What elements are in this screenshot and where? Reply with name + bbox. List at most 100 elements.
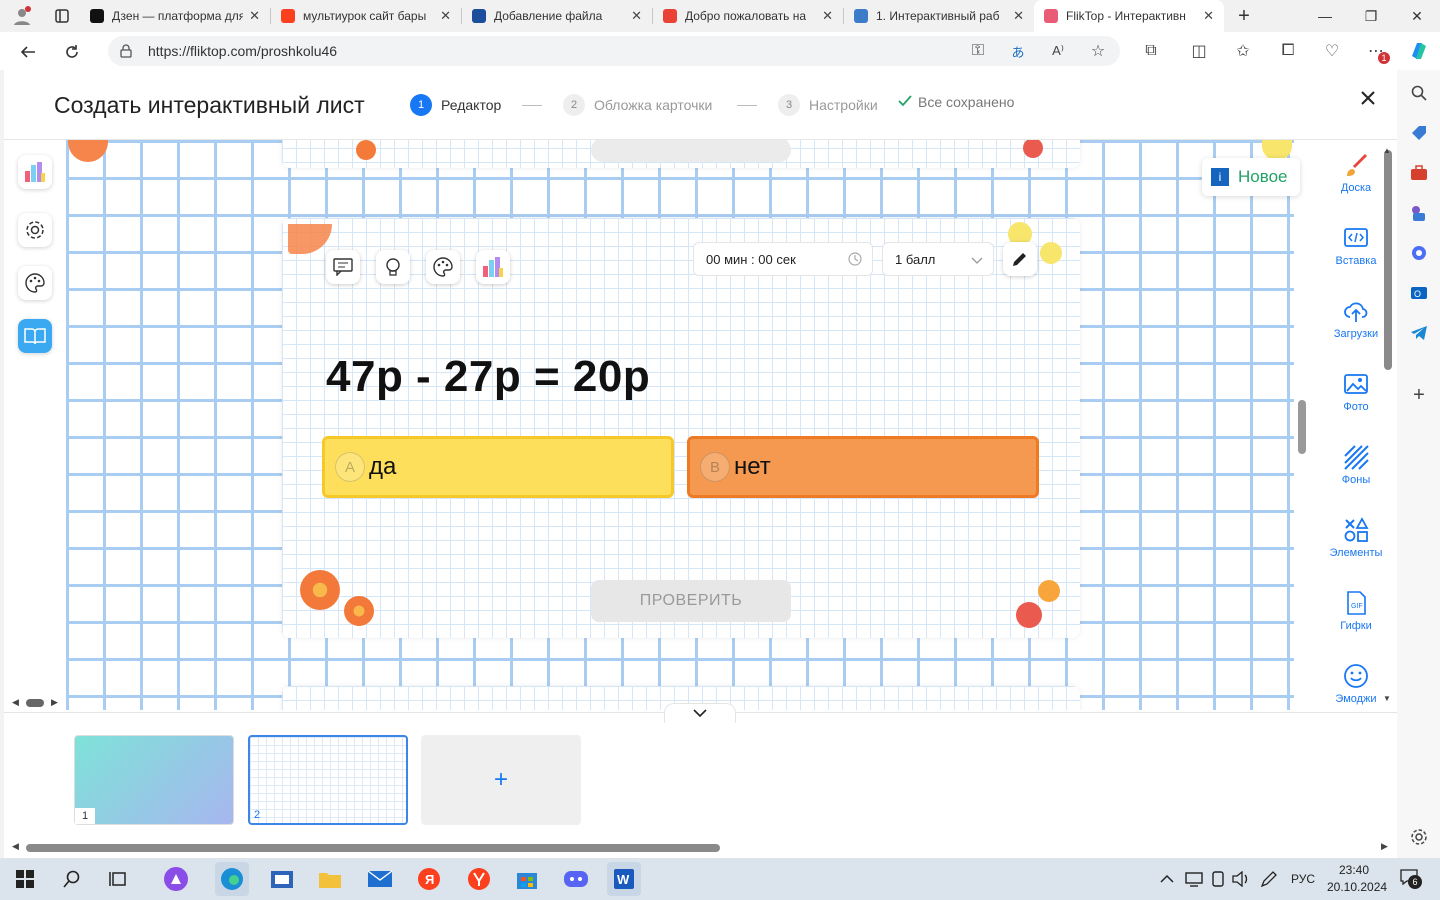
- toolbox-icon[interactable]: [1408, 162, 1430, 184]
- preview-book-button[interactable]: [18, 319, 52, 353]
- add-sidebar-app-icon[interactable]: +: [1408, 384, 1430, 406]
- feedback-tool-button[interactable]: [326, 250, 360, 284]
- tray-network-icon[interactable]: [1185, 871, 1203, 892]
- browser-tab-active[interactable]: FlikTop - Интерактивн ✕: [1034, 0, 1224, 32]
- close-tab-icon[interactable]: ✕: [631, 8, 642, 24]
- key-icon[interactable]: ⚿: [968, 41, 988, 61]
- tray-pen-icon[interactable]: [1260, 871, 1278, 892]
- close-tab-icon[interactable]: ✕: [440, 8, 451, 24]
- close-tab-icon[interactable]: ✕: [1013, 8, 1024, 24]
- tool-elements[interactable]: Элементы: [1314, 517, 1398, 559]
- step-cover[interactable]: 2 Обложка карточки: [563, 94, 712, 116]
- slide-thumbnail-active[interactable]: 2: [248, 735, 408, 825]
- discord-icon[interactable]: [559, 862, 593, 896]
- start-windows-icon[interactable]: [8, 862, 42, 896]
- read-aloud-icon[interactable]: A⁾: [1048, 41, 1068, 61]
- palette-tool-button[interactable]: [426, 250, 460, 284]
- back-icon[interactable]: [14, 38, 42, 66]
- browser-essentials-icon[interactable]: ♡: [1322, 41, 1342, 61]
- file-explorer-icon[interactable]: [313, 862, 347, 896]
- panel-scroll-up-icon[interactable]: ▲: [1383, 146, 1391, 155]
- browser-tab[interactable]: Добро пожаловать на ✕: [653, 0, 843, 32]
- browser-tab[interactable]: 1. Интерактивный раб ✕: [844, 0, 1034, 32]
- theme-button[interactable]: [18, 266, 52, 300]
- yandex-icon[interactable]: Я: [412, 862, 446, 896]
- microsoft365-icon[interactable]: [1408, 242, 1430, 264]
- new-features-badge[interactable]: i Новое: [1202, 158, 1300, 196]
- keyboard-language[interactable]: РУС: [1291, 872, 1315, 886]
- points-select[interactable]: 1 балл: [882, 242, 994, 276]
- alice-icon[interactable]: [159, 862, 193, 896]
- panel-scrollbar[interactable]: [1384, 150, 1392, 370]
- tab-actions-icon[interactable]: [44, 0, 80, 32]
- translate-icon[interactable]: あ: [1008, 41, 1028, 61]
- strip-scroll-left-icon[interactable]: ◀: [12, 841, 19, 852]
- tray-chevron-up-icon[interactable]: [1160, 871, 1174, 889]
- word-icon[interactable]: W: [607, 862, 641, 896]
- close-window-icon[interactable]: ✕: [1394, 0, 1440, 32]
- copilot-icon[interactable]: [1406, 38, 1432, 64]
- question-card[interactable]: 00 мин : 00 сек 1 балл 47р - 27р = 20р A…: [282, 218, 1080, 638]
- panel-scroll-down-icon[interactable]: ▼: [1383, 694, 1391, 703]
- taskbar-search-icon[interactable]: [55, 862, 89, 896]
- search-icon[interactable]: [1408, 82, 1430, 104]
- close-tab-icon[interactable]: ✕: [1203, 8, 1214, 24]
- tool-photo[interactable]: Фото: [1314, 371, 1398, 413]
- canvas-scrollbar-thumb[interactable]: [1298, 400, 1306, 454]
- notifications-button[interactable]: 6: [1400, 869, 1422, 889]
- horizontal-scrollbar-thumb[interactable]: [26, 699, 44, 707]
- scroll-left-arrow-icon[interactable]: ◀: [12, 697, 19, 708]
- templates-button[interactable]: [18, 155, 52, 189]
- browser-tab[interactable]: Дзен — платформа для ✕: [80, 0, 270, 32]
- question-text[interactable]: 47р - 27р = 20р: [326, 352, 650, 402]
- sidebar-settings-icon[interactable]: [1408, 826, 1430, 848]
- collections-icon[interactable]: ⧠: [1278, 41, 1298, 61]
- extensions-icon[interactable]: ⧉: [1141, 41, 1161, 61]
- tray-volume-icon[interactable]: [1232, 870, 1250, 892]
- strip-scrollbar-thumb[interactable]: [26, 844, 720, 852]
- restore-icon[interactable]: ❐: [1348, 0, 1394, 32]
- reload-icon[interactable]: [58, 38, 86, 66]
- profile-icon[interactable]: [0, 0, 44, 32]
- answer-option-a[interactable]: A да: [322, 436, 674, 498]
- answer-option-b[interactable]: B нет: [687, 436, 1039, 498]
- add-slide-button[interactable]: +: [421, 735, 581, 825]
- tool-backgrounds[interactable]: Фоны: [1314, 444, 1398, 486]
- collapse-strip-button[interactable]: [664, 703, 736, 723]
- telegram-icon[interactable]: [1408, 322, 1430, 344]
- favorites-icon[interactable]: ✩: [1233, 41, 1253, 61]
- browser-tab[interactable]: мультиурок сайт бары ✕: [271, 0, 461, 32]
- scroll-right-arrow-icon[interactable]: ▶: [51, 697, 58, 708]
- tray-device-icon[interactable]: [1210, 871, 1226, 892]
- lock-icon[interactable]: [120, 44, 132, 61]
- settings-button[interactable]: [18, 213, 52, 247]
- step-settings[interactable]: 3 Настройки: [778, 94, 878, 116]
- edge-taskbar-icon[interactable]: [215, 862, 249, 896]
- store-icon[interactable]: [265, 862, 299, 896]
- check-button[interactable]: ПРОВЕРИТЬ: [591, 580, 791, 622]
- step-editor[interactable]: 1 Редактор: [410, 94, 501, 116]
- slide-thumbnail[interactable]: 1: [74, 735, 234, 825]
- split-screen-icon[interactable]: ◫: [1189, 41, 1209, 61]
- close-tab-icon[interactable]: ✕: [249, 8, 260, 24]
- microsoft-store-icon[interactable]: [510, 862, 544, 896]
- close-editor-icon[interactable]: [1358, 88, 1378, 108]
- hint-tool-button[interactable]: [376, 250, 410, 284]
- favorite-star-icon[interactable]: ☆: [1088, 41, 1108, 61]
- task-view-icon[interactable]: [102, 862, 136, 896]
- strip-scroll-right-icon[interactable]: ▶: [1381, 841, 1388, 852]
- tool-gifs[interactable]: GIF Гифки: [1314, 590, 1398, 632]
- minimize-icon[interactable]: —: [1302, 0, 1348, 32]
- games-icon[interactable]: [1408, 202, 1430, 224]
- clock-date[interactable]: 20.10.2024: [1327, 880, 1387, 894]
- timer-field[interactable]: 00 мин : 00 сек: [693, 242, 873, 276]
- shopping-tag-icon[interactable]: [1408, 122, 1430, 144]
- templates-tool-button[interactable]: [476, 250, 510, 284]
- outlook-icon[interactable]: O: [1408, 282, 1430, 304]
- edit-button[interactable]: [1003, 242, 1037, 276]
- browser-tab[interactable]: Добавление файла ✕: [462, 0, 652, 32]
- clock-time[interactable]: 23:40: [1339, 863, 1369, 877]
- yandex-browser-icon[interactable]: [462, 862, 496, 896]
- close-tab-icon[interactable]: ✕: [822, 8, 833, 24]
- mail-icon[interactable]: [363, 862, 397, 896]
